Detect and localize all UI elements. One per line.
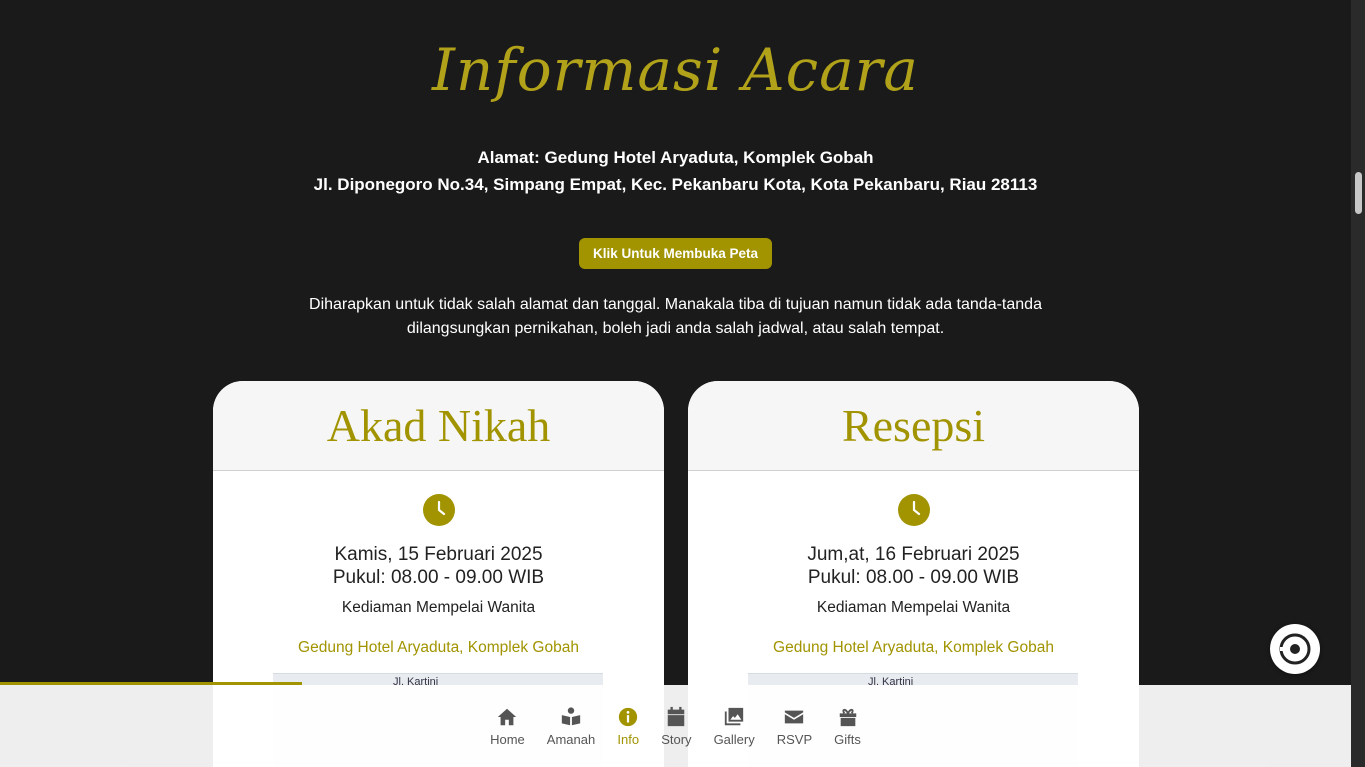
accessibility-icon — [1279, 633, 1311, 665]
nav-label: RSVP — [776, 731, 813, 747]
event-title: Akad Nikah — [326, 400, 551, 451]
clock-icon — [897, 494, 930, 526]
accessibility-button[interactable] — [1270, 624, 1320, 674]
event-time: Pukul: 08.00 - 09.00 WIB — [332, 567, 545, 588]
gift-icon — [839, 708, 856, 726]
section-title: Informasi Acara — [432, 36, 919, 104]
info-icon — [619, 707, 638, 726]
event-venue-link[interactable]: Gedung Hotel Aryaduta, Komplek Gobah — [688, 639, 1139, 657]
event-date: Jum,at, 16 Februari 2025 — [807, 544, 1020, 565]
scrollbar[interactable] — [1351, 0, 1365, 767]
event-time: Pukul: 08.00 - 09.00 WIB — [807, 567, 1020, 588]
event-datetime: Jum,at, 16 Februari 2025 Pukul: 08.00 - … — [688, 543, 1139, 589]
nav-item-gallery[interactable]: Gallery — [703, 696, 766, 756]
event-title: Resepsi — [841, 400, 986, 451]
nav-item-story[interactable]: Story — [650, 696, 702, 756]
nav-item-gifts[interactable]: Gifts — [823, 696, 872, 756]
nav-label: Gallery — [713, 731, 755, 747]
open-map-button[interactable]: Klik Untuk Membuka Peta — [579, 238, 772, 269]
address-line-2: Jl. Diponegoro No.34, Simpang Empat, Kec… — [313, 174, 1038, 194]
card-header: Akad Nikah — [213, 381, 664, 471]
bottom-nav: Home Amanah Info Story Gallery RSVP Gift… — [0, 685, 1351, 767]
address-block: Alamat: Gedung Hotel Aryaduta, Komplek G… — [300, 145, 1051, 198]
nav-item-info[interactable]: Info — [606, 696, 650, 756]
notice-text: Diharapkan untuk tidak salah alamat dan … — [309, 296, 1042, 337]
event-datetime: Kamis, 15 Februari 2025 Pukul: 08.00 - 0… — [213, 543, 664, 589]
event-place: Kediaman Mempelai Wanita — [816, 599, 1011, 616]
clock-icon — [422, 494, 455, 526]
nav-label: Gifts — [834, 731, 861, 747]
nav-item-rsvp[interactable]: RSVP — [766, 696, 823, 756]
envelope-icon — [785, 710, 804, 723]
nav-label: Story — [661, 731, 692, 747]
home-icon — [498, 708, 517, 725]
event-date: Kamis, 15 Februari 2025 — [334, 544, 543, 565]
calendar-icon — [668, 706, 685, 726]
event-venue-link[interactable]: Gedung Hotel Aryaduta, Komplek Gobah — [213, 639, 664, 657]
nav-item-amanah[interactable]: Amanah — [536, 696, 606, 756]
event-place: Kediaman Mempelai Wanita — [341, 599, 536, 616]
book-reader-icon — [561, 706, 581, 725]
card-header: Resepsi — [688, 381, 1139, 471]
scrollbar-thumb[interactable] — [1355, 172, 1362, 214]
nav-label: Amanah — [546, 731, 596, 747]
images-icon — [724, 707, 744, 725]
nav-label: Info — [617, 731, 640, 747]
nav-item-home[interactable]: Home — [479, 696, 536, 756]
nav-label: Home — [490, 731, 525, 747]
address-line-1: Alamat: Gedung Hotel Aryaduta, Komplek G… — [477, 148, 874, 167]
